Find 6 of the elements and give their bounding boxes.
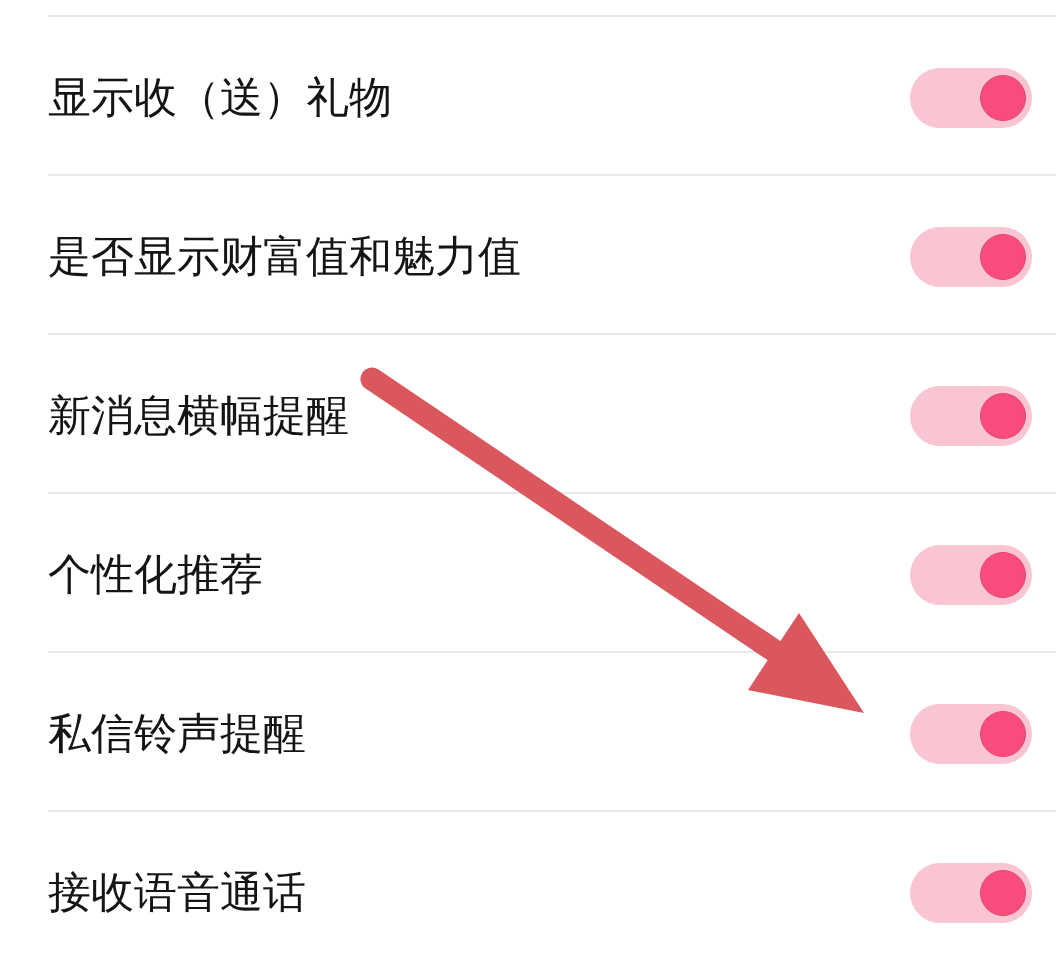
- setting-label: 个性化推荐: [48, 548, 263, 601]
- setting-label: 新消息横幅提醒: [48, 389, 349, 442]
- setting-label: 显示收（送）礼物: [48, 71, 392, 124]
- setting-label: 是否显示财富值和魅力值: [48, 230, 521, 283]
- setting-label: 私信铃声提醒: [48, 707, 306, 760]
- setting-label: 接收语音通话: [48, 866, 306, 919]
